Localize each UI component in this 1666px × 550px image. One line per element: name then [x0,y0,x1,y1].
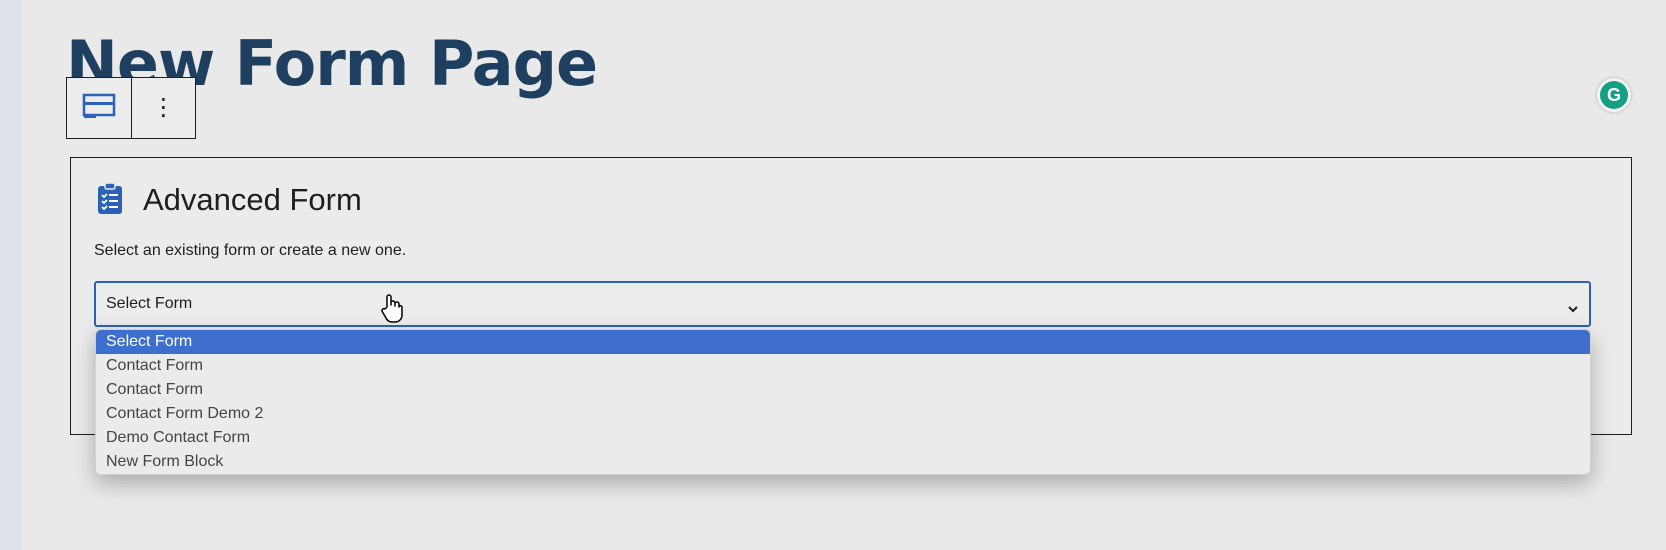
option-contact-form-demo-2[interactable]: Contact Form Demo 2 [96,402,1590,426]
block-card-icon [82,93,116,124]
editor-left-edge [0,0,22,550]
more-vertical-icon: ⋮ [151,94,176,121]
select-current-value: Select Form [106,295,193,312]
option-demo-contact-form[interactable]: Demo Contact Form [96,426,1590,450]
block-options-button[interactable]: ⋮ [131,78,195,138]
select-options-list: Select Form Contact Form Contact Form Co… [95,329,1591,475]
hand-pointer-icon [380,293,404,328]
option-new-form-block[interactable]: New Form Block [96,450,1590,474]
chevron-down-icon [1567,300,1579,318]
block-type-button[interactable] [67,78,131,138]
grammarly-button[interactable]: G [1597,78,1631,112]
grammarly-icon: G [1600,81,1628,109]
option-contact-form-2[interactable]: Contact Form [96,378,1590,402]
option-contact-form[interactable]: Contact Form [96,354,1590,378]
clipboard-list-icon [97,182,123,220]
form-block-heading: Advanced Form [143,182,362,217]
option-select-form[interactable]: Select Form [96,330,1590,354]
form-block-instruction: Select an existing form or create a new … [94,242,407,259]
select-form-dropdown[interactable]: Select Form [94,281,1591,327]
block-toolbar: ⋮ [66,77,196,139]
